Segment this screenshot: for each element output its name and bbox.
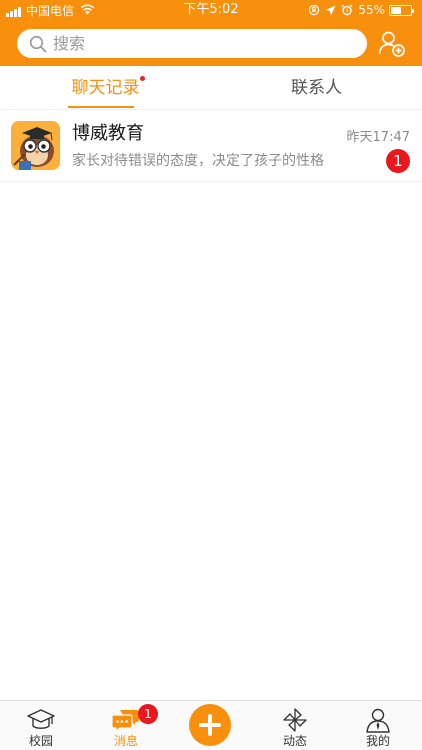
tab-contacts-label: 联系人 <box>291 78 342 98</box>
search-icon <box>29 35 47 52</box>
tab-chat-history[interactable]: 聊天记录 <box>0 66 211 110</box>
owl-teacher-avatar <box>11 121 60 170</box>
tabbar-item-me[interactable]: 我的 <box>348 701 408 750</box>
chat-preview: 家长对待错误的态度，决定了孩子的性格 <box>72 153 324 169</box>
rotation-lock-icon <box>308 4 320 16</box>
header: 中国电信 下午5:02 55% 搜索 <box>0 0 422 66</box>
chat-time: 昨天17:47 <box>346 130 410 145</box>
tab-chat-history-label-wrap: 聊天记录 <box>71 66 145 110</box>
status-bar: 中国电信 下午5:02 55% <box>0 0 422 22</box>
tabbar-label-campus: 校园 <box>28 734 53 748</box>
messages-screen: 中国电信 下午5:02 55% 搜索 聊天记录 联系人 博威教育 昨天17:47… <box>0 0 422 750</box>
new-indicator-dot <box>139 76 145 81</box>
segment-tabs: 聊天记录 联系人 <box>0 66 422 110</box>
search-input[interactable] <box>53 34 353 53</box>
tabbar-label-moments: 动态 <box>282 734 307 748</box>
alarm-icon <box>341 4 353 16</box>
battery-percent: 55% <box>358 3 385 17</box>
battery-icon <box>389 4 414 16</box>
tabbar-item-moments[interactable]: 动态 <box>265 701 325 750</box>
chat-list-item[interactable]: 博威教育 昨天17:47 家长对待错误的态度，决定了孩子的性格 <box>0 112 422 182</box>
active-tab-underline <box>68 106 134 108</box>
tabbar-label-messages: 消息 <box>113 734 138 748</box>
chat-name: 博威教育 <box>72 123 144 144</box>
graduation-cap-icon <box>27 709 55 729</box>
unread-badge: 1 <box>386 149 410 173</box>
pinwheel-icon <box>283 708 307 732</box>
tabbar-label-me: 我的 <box>365 734 390 748</box>
location-icon <box>325 5 336 16</box>
tabbar-item-campus[interactable]: 校园 <box>11 701 71 750</box>
center-add-button[interactable] <box>189 704 231 746</box>
add-contact-icon <box>378 31 405 57</box>
tab-contacts[interactable]: 联系人 <box>211 66 422 110</box>
profile-icon <box>366 708 390 733</box>
search-bar[interactable] <box>17 29 367 58</box>
tab-chat-history-label: 聊天记录 <box>71 78 140 98</box>
chat-bubbles-icon <box>111 710 139 733</box>
add-contact-button[interactable] <box>378 30 406 58</box>
messages-badge: 1 <box>138 704 158 724</box>
status-right: 55% <box>303 3 414 17</box>
